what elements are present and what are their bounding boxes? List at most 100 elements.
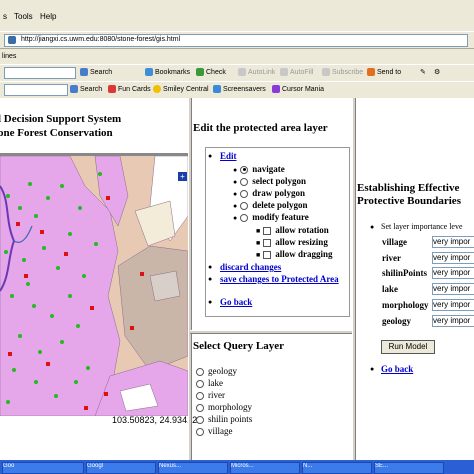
query-layer-geology[interactable]: geology xyxy=(196,366,237,376)
cursor-mania-button[interactable]: Cursor Mania xyxy=(272,85,324,93)
boundaries-heading-line2: Protective Boundaries xyxy=(357,195,461,207)
search-button[interactable]: Search xyxy=(80,68,112,76)
importance-select-river[interactable]: very impor xyxy=(432,252,474,264)
search-icon xyxy=(70,85,78,93)
rss-icon xyxy=(322,68,330,76)
map-canvas[interactable] xyxy=(0,156,188,416)
option-allow-resizing[interactable]: ■ allow resizing xyxy=(256,237,328,247)
taskbar-item-1[interactable]: Goo xyxy=(2,462,84,474)
checkbox-allow-resizing[interactable] xyxy=(263,238,272,247)
importance-select-morphology[interactable]: very impor xyxy=(432,299,474,311)
option-navigate[interactable]: ● navigate xyxy=(233,164,285,174)
map-frame: l Decision Support System one Forest Con… xyxy=(0,98,197,460)
links-bar: lines xyxy=(0,52,474,64)
sendto-button[interactable]: Send to xyxy=(367,68,401,76)
query-layer-village[interactable]: village xyxy=(196,426,233,436)
importance-label-geology: geology xyxy=(382,316,411,326)
radio-draw-polygon[interactable] xyxy=(240,189,249,198)
edit-link[interactable]: Edit xyxy=(220,151,237,161)
importance-select-geology[interactable]: very impor xyxy=(432,315,474,327)
taskbar: Goo Googl Nexus... Micros... N... SE... xyxy=(0,460,474,474)
checkbox-allow-rotation[interactable] xyxy=(263,226,272,235)
boundaries-heading: Establishing Effective Protective Bounda… xyxy=(357,182,461,208)
radio-modify-feature[interactable] xyxy=(240,213,249,222)
funcards-button[interactable]: Fun Cards xyxy=(108,85,151,93)
go-back-link[interactable]: Go back xyxy=(220,297,252,307)
importance-label-lake: lake xyxy=(382,284,399,294)
check-button[interactable]: Check xyxy=(196,68,226,76)
query-layer-lake[interactable]: lake xyxy=(196,378,223,388)
checkbox-allow-dragging[interactable] xyxy=(263,250,272,259)
radio-morphology[interactable] xyxy=(196,403,204,412)
option-draw-polygon[interactable]: ● draw polygon xyxy=(233,188,305,198)
myway-search-button[interactable]: Search xyxy=(70,85,102,93)
myway-search-input[interactable] xyxy=(4,84,68,96)
menu-item-tools[interactable]: Tools xyxy=(14,12,33,21)
page-icon xyxy=(8,36,16,44)
taskbar-item-5[interactable]: N... xyxy=(302,462,372,474)
importance-select-shilinpoints[interactable]: very impor xyxy=(432,267,474,279)
radio-delete-polygon[interactable] xyxy=(240,201,249,210)
address-url: http://jiangxi.cs.uwm.edu:8080/stone-for… xyxy=(21,36,181,43)
save-changes-link[interactable]: save changes to Protected Area xyxy=(220,274,339,284)
google-search-input[interactable] xyxy=(4,67,76,79)
taskbar-item-3[interactable]: Nexus... xyxy=(158,462,228,474)
taskbar-item-4[interactable]: Micros... xyxy=(230,462,300,474)
taskbar-item-2[interactable]: Googl xyxy=(86,462,156,474)
radio-lake[interactable] xyxy=(196,379,204,388)
autofill-button[interactable]: AutoFill xyxy=(280,68,313,76)
settings-icon[interactable]: ⚙ xyxy=(434,68,440,76)
autolink-button[interactable]: AutoLink xyxy=(238,68,275,76)
edit-panel-heading: Edit the protected area layer xyxy=(193,122,328,134)
pencil-icon[interactable]: ✎ xyxy=(420,68,426,76)
option-allow-rotation[interactable]: ■ allow rotation xyxy=(256,225,329,235)
radio-river[interactable] xyxy=(196,391,204,400)
option-modify-feature[interactable]: ● modify feature xyxy=(233,212,309,222)
bullet-icon: ● xyxy=(208,152,213,160)
query-layer-shilin-points[interactable]: shilin points xyxy=(196,414,252,424)
discard-changes-link[interactable]: discard changes xyxy=(220,262,281,272)
menu-item-file[interactable]: s xyxy=(3,12,7,21)
importance-select-village[interactable]: very impor xyxy=(432,236,474,248)
boundaries-go-back-link[interactable]: Go back xyxy=(381,364,413,374)
frame-divider-middle[interactable] xyxy=(190,330,352,334)
map-title-line1: l Decision Support System xyxy=(0,113,122,125)
radio-navigate[interactable] xyxy=(240,165,249,174)
frame-divider-right[interactable] xyxy=(352,98,356,460)
radio-select-polygon[interactable] xyxy=(240,177,249,186)
subscribe-button[interactable]: Subscribe xyxy=(322,68,363,76)
links-label: lines xyxy=(2,53,17,60)
option-select-polygon[interactable]: ● select polygon xyxy=(233,176,306,186)
cursor-icon xyxy=(272,85,280,93)
smiley-icon xyxy=(153,85,161,93)
send-icon xyxy=(367,68,375,76)
importance-label: Set layer importance leve xyxy=(381,222,463,231)
importance-label-morphology: morphology xyxy=(382,300,429,310)
search-icon xyxy=(80,68,88,76)
address-bar: http://jiangxi.cs.uwm.edu:8080/stone-for… xyxy=(0,31,474,49)
option-allow-dragging[interactable]: ■ allow dragging xyxy=(256,249,333,259)
query-layer-river[interactable]: river xyxy=(196,390,225,400)
address-input[interactable]: http://jiangxi.cs.uwm.edu:8080/stone-for… xyxy=(4,34,468,47)
query-panel-heading: Select Query Layer xyxy=(193,340,285,352)
screensavers-button[interactable]: Screensavers xyxy=(213,85,266,93)
boundaries-heading-line1: Establishing Effective xyxy=(357,182,460,194)
coordinate-readout: 103.50823, 24.93412 xyxy=(112,415,198,425)
taskbar-item-6[interactable]: SE... xyxy=(374,462,444,474)
query-layer-morphology[interactable]: morphology xyxy=(196,402,252,412)
monitor-icon xyxy=(213,85,221,93)
menu-item-help[interactable]: Help xyxy=(40,12,56,21)
radio-geology[interactable] xyxy=(196,367,204,376)
frame-divider-left[interactable] xyxy=(188,98,192,460)
run-model-button[interactable]: Run Model xyxy=(381,340,435,354)
radio-shilin-points[interactable] xyxy=(196,415,204,424)
myway-toolbar: Search Fun Cards Smiley Central Screensa… xyxy=(0,81,474,99)
smiley-central-button[interactable]: Smiley Central xyxy=(153,85,209,93)
bookmarks-button[interactable]: Bookmarks xyxy=(145,68,190,76)
importance-select-lake[interactable]: very impor xyxy=(432,283,474,295)
option-delete-polygon[interactable]: ● delete polygon xyxy=(233,200,307,210)
check-icon xyxy=(196,68,204,76)
radio-village[interactable] xyxy=(196,427,204,436)
expand-icon[interactable]: + xyxy=(178,172,187,181)
card-icon xyxy=(108,85,116,93)
